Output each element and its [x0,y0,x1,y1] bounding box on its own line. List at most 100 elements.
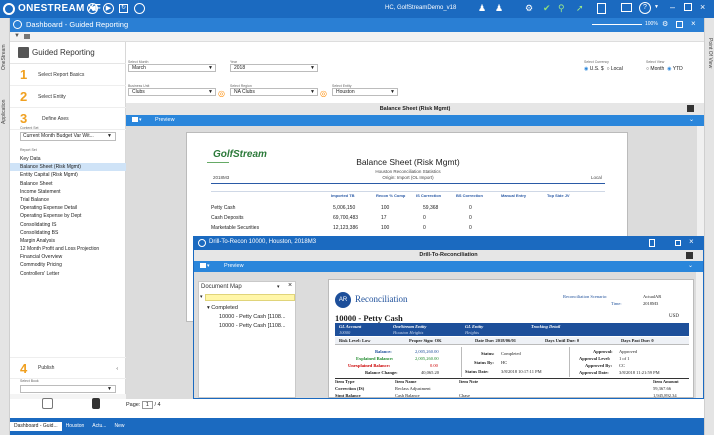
report-row-label: Cash Deposits [211,215,244,221]
report-list-item[interactable]: Income Statement [10,188,126,196]
grid-icon[interactable] [24,34,30,39]
window-icon[interactable] [621,3,632,12]
close-icon[interactable]: × [689,237,694,246]
page-number-input[interactable]: 1 [141,401,153,409]
view-month-option[interactable]: Month [650,66,664,72]
radio-selected-icon[interactable]: ◉ [667,66,671,72]
bottom-tab[interactable]: Dashboard - Guid... [10,422,62,431]
report-cell: 17 [381,215,387,221]
collapse-icon[interactable]: ⌄ [688,262,693,269]
radio-selected-icon[interactable]: ◉ [584,66,588,72]
step-report-basics[interactable]: 1 Select Report Basics [10,64,126,86]
report-list-item[interactable]: Trial Balance [10,196,126,204]
report-list-item[interactable]: Key Data [10,155,126,163]
strip-onestream-label[interactable]: OneStream [1,34,7,70]
close-tab-icon[interactable]: × [691,19,696,28]
ar-logo: AR [335,292,351,308]
report-list-item[interactable]: Consolidating BS [10,229,126,237]
search-icon[interactable]: ⚲ [558,3,565,14]
recon-title: Reconciliation [355,294,408,304]
menu-chevron-icon[interactable]: ▾ [207,263,210,269]
minimize-icon[interactable]: – [670,2,675,12]
collapse-icon[interactable]: ⌄ [689,116,694,123]
approval-level-label: Approval Level: [579,356,611,361]
business-unit-filter: Business Unit Clubs ▼ [128,84,216,96]
doc-map-item[interactable]: 10000 - Petty Cash [1108... [219,314,286,320]
maximize-icon[interactable] [684,3,692,11]
help-dropdown-icon[interactable]: ▼ [654,4,659,10]
bu-refresh-icon[interactable]: ◎ [218,89,225,98]
year-dropdown[interactable]: 2018 ▼ [230,64,318,72]
pin-icon[interactable]: ▾ [277,284,280,290]
edit-icon[interactable] [686,252,693,259]
menu-icon[interactable] [132,117,138,122]
save-pdf-icon[interactable] [92,398,100,409]
zoom-slider[interactable] [592,24,642,25]
close-icon[interactable]: × [700,2,705,12]
expand-arrow-icon[interactable]: ▾ [200,294,203,300]
business-unit-dropdown[interactable]: Clubs ▼ [128,88,216,96]
report-list-item[interactable]: Controllers' Letter [10,270,126,278]
strip-application-label[interactable]: Application [1,78,7,124]
radio-icon[interactable]: ○ [606,66,609,72]
forward-icon[interactable]: ▶ [103,3,114,14]
clipboard-icon[interactable] [649,239,655,247]
close-icon[interactable]: × [288,282,292,289]
doc-map-root[interactable] [205,294,295,301]
point-of-view-label[interactable]: Point Of View [707,38,713,98]
step-publish[interactable]: 4 Publish ‹ [10,357,126,379]
region-dropdown[interactable]: NA Clubs ▼ [230,88,318,96]
clipboard-icon[interactable] [597,3,606,14]
bottom-tab[interactable]: Houston [62,422,89,431]
settings-icon[interactable]: ⚙ [662,20,668,28]
region-refresh-icon[interactable]: ◎ [320,89,327,98]
report-list-item[interactable]: Consolidating IS [10,221,126,229]
view-label: Select View [646,60,665,64]
currency-usd-option[interactable]: U.S. $ [590,66,604,72]
month-dropdown[interactable]: March ▼ [128,64,216,72]
report-list-item[interactable]: Commodity Pricing [10,261,126,269]
home-icon[interactable] [134,3,145,14]
report-list-item[interactable]: Financial Overview [10,253,126,261]
pin-icon[interactable]: ➚ [576,3,584,14]
report-list-item[interactable]: 12 Month Profit and Loss Projection [10,245,126,253]
report-list-item[interactable]: Margin Analysis [10,237,126,245]
content-set-dropdown[interactable]: Current Month Budget Var Wit... ▼ [20,132,116,141]
edit-icon[interactable] [687,105,694,112]
filter-icon[interactable]: ▼ [14,33,20,39]
drill-scrollbar[interactable] [696,272,703,398]
drill-preview-label: Preview [224,263,244,269]
publish-book-icon[interactable] [42,398,53,409]
doc-map-completed[interactable]: ▾ Completed [207,305,238,311]
bottom-tab[interactable]: New [110,422,128,431]
report-list-item[interactable]: Entity Capital (Risk Mgmt) [10,171,126,179]
entity-dropdown[interactable]: Houston ▼ [332,88,398,96]
help-icon[interactable]: ? [639,2,651,14]
user-icon[interactable]: ♟ [477,3,487,14]
report-rule-2 [211,191,605,192]
menu-icon[interactable] [200,263,206,268]
drill-header: Drill-To-Reconciliation [194,250,703,261]
select-book-dropdown[interactable]: ▼ [20,385,116,393]
maximize-icon[interactable] [675,240,681,246]
refresh-icon[interactable]: ↻ [119,4,128,13]
bottom-tab[interactable]: Actu... [88,422,110,431]
view-ytd-option[interactable]: YTD [673,66,683,72]
step-select-entity[interactable]: 2 Select Entity [10,86,126,108]
expand-icon: ‹ [116,366,118,372]
report-list-item[interactable]: Balance Sheet (Risk Mgmt) [10,163,126,172]
task-icon[interactable]: ✔ [543,3,551,14]
back-icon[interactable]: ◀ [87,3,98,14]
report-list-item[interactable]: Operating Expense Detail [10,204,126,212]
report-column-header: BS Correction [456,193,483,198]
user-settings-icon[interactable]: ♟ [494,3,504,14]
report-list-item[interactable]: Operating Expense by Dept [10,212,126,220]
region-value: NA Clubs [234,89,255,95]
doc-map-item[interactable]: 10000 - Petty Cash [1108... [219,323,286,329]
radio-icon[interactable]: ○ [646,66,649,72]
currency-local-option[interactable]: Local [611,66,623,72]
gear-icon[interactable]: ⚙ [525,3,533,14]
restore-icon[interactable] [676,21,683,28]
report-list-item[interactable]: Balance Sheet [10,180,126,188]
menu-chevron-icon[interactable]: ▾ [139,117,142,123]
